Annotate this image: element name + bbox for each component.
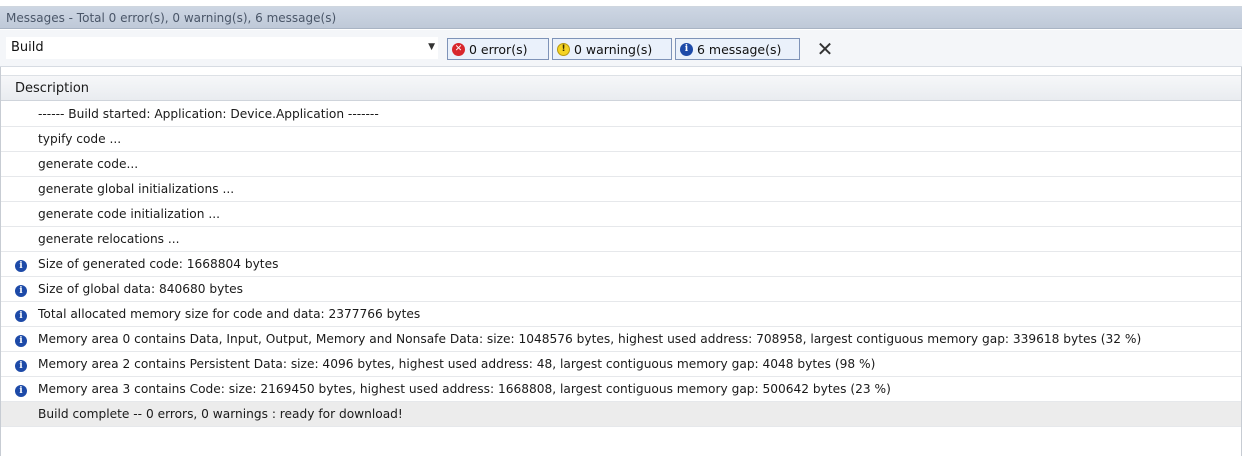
message-text: typify code ... [38, 132, 122, 146]
messages-filter-button[interactable]: i 6 message(s) [675, 38, 800, 60]
message-row[interactable]: i Total allocated memory size for code an… [1, 302, 1241, 327]
row-icon-slot: i [15, 382, 29, 397]
message-row[interactable]: generate code initialization ... [1, 202, 1241, 227]
row-icon-slot [15, 207, 29, 221]
chevron-down-icon[interactable]: ▼ [428, 42, 435, 52]
row-icon-slot [15, 132, 29, 146]
message-row[interactable]: generate relocations ... [1, 227, 1241, 252]
warning-icon: ! [557, 42, 570, 56]
message-text: Memory area 3 contains Code: size: 21694… [38, 382, 891, 396]
message-text: generate code... [38, 157, 139, 171]
message-row[interactable]: i Memory area 0 contains Data, Input, Out… [1, 327, 1241, 352]
message-text: generate code initialization ... [38, 207, 220, 221]
message-row[interactable]: i Memory area 3 contains Code: size: 2169… [1, 377, 1241, 402]
message-text: ------ Build started: Application: Devic… [38, 107, 379, 121]
errors-filter-button[interactable]: ✕ 0 error(s) [447, 38, 549, 60]
message-row[interactable]: Build complete -- 0 errors, 0 warnings :… [1, 402, 1241, 427]
messages-toolbar: Build ▼ ✕ 0 error(s) ! 0 warning(s) i 6 … [0, 30, 1242, 67]
row-icon-slot: i [15, 282, 29, 297]
message-row[interactable]: i Memory area 2 contains Persistent Data:… [1, 352, 1241, 377]
info-icon: i [15, 310, 27, 322]
message-text: Memory area 0 contains Data, Input, Outp… [38, 332, 1142, 346]
row-icon-slot: i [15, 257, 29, 272]
message-row[interactable]: generate code... [1, 152, 1241, 177]
warnings-filter-button[interactable]: ! 0 warning(s) [552, 38, 672, 60]
description-column-header[interactable]: Description [1, 75, 1241, 101]
errors-filter-label: 0 error(s) [469, 41, 528, 57]
row-icon-slot [15, 232, 29, 246]
clear-icon: ✕ [816, 37, 834, 61]
message-row[interactable]: i Size of generated code: 1668804 bytes [1, 252, 1241, 277]
message-text: Total allocated memory size for code and… [38, 307, 421, 321]
row-icon-slot [15, 407, 29, 421]
message-source-dropdown[interactable]: Build ▼ [6, 37, 438, 59]
messages-list: Description ------ Build started: Applic… [0, 67, 1242, 456]
info-icon: i [680, 42, 693, 56]
message-text: Build complete -- 0 errors, 0 warnings :… [38, 407, 403, 421]
clear-messages-button[interactable]: ✕ [812, 37, 838, 61]
row-icon-slot [15, 107, 29, 121]
message-text: Size of generated code: 1668804 bytes [38, 257, 279, 271]
error-icon: ✕ [452, 42, 465, 56]
messages-title-bar: Messages - Total 0 error(s), 0 warning(s… [0, 7, 1242, 29]
row-icon-slot: i [15, 307, 29, 322]
row-icon-slot [15, 157, 29, 171]
message-row[interactable]: generate global initializations ... [1, 177, 1241, 202]
messages-filter-label: 6 message(s) [697, 41, 782, 57]
info-icon: i [15, 260, 27, 272]
messages-rows: ------ Build started: Application: Devic… [1, 102, 1241, 427]
warnings-filter-label: 0 warning(s) [574, 41, 653, 57]
message-text: generate global initializations ... [38, 182, 235, 196]
info-icon: i [15, 385, 27, 397]
info-icon: i [15, 335, 27, 347]
message-row[interactable]: i Size of global data: 840680 bytes [1, 277, 1241, 302]
window-top-border [0, 0, 1242, 7]
description-header-label: Description [15, 81, 90, 96]
message-row[interactable]: ------ Build started: Application: Devic… [1, 102, 1241, 127]
info-icon: i [15, 360, 27, 372]
message-row[interactable]: typify code ... [1, 127, 1241, 152]
message-text: Memory area 2 contains Persistent Data: … [38, 357, 876, 371]
window-title: Messages - Total 0 error(s), 0 warning(s… [6, 11, 337, 25]
message-text: Size of global data: 840680 bytes [38, 282, 243, 296]
info-icon: i [15, 285, 27, 297]
message-text: generate relocations ... [38, 232, 180, 246]
row-icon-slot: i [15, 357, 29, 372]
message-source-value: Build [11, 40, 44, 55]
row-icon-slot [15, 182, 29, 196]
row-icon-slot: i [15, 332, 29, 347]
